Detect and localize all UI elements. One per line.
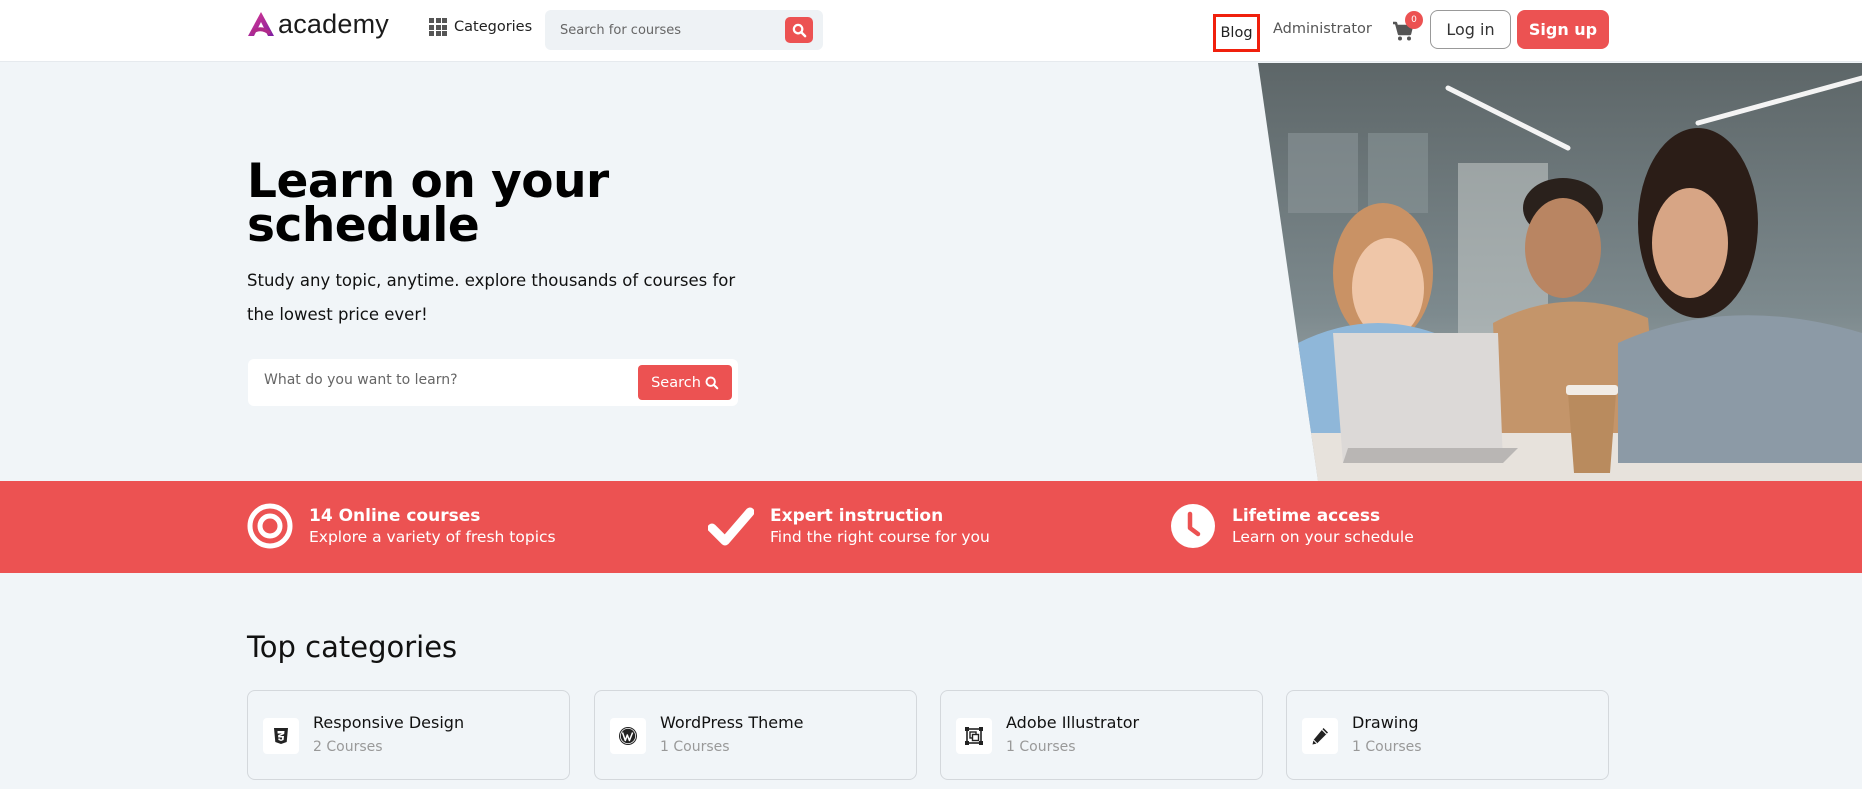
category-card-responsive-design[interactable]: Responsive Design 2 Courses (247, 690, 570, 780)
vector-square-icon (956, 718, 992, 754)
category-name: Adobe Illustrator (1006, 713, 1140, 732)
category-name: WordPress Theme (660, 713, 804, 732)
category-count: 1 Courses (1352, 739, 1422, 755)
feature-online-courses: 14 Online courses Explore a variety of f… (247, 503, 556, 549)
category-name: Drawing (1352, 713, 1419, 732)
logo-text: academy (278, 9, 389, 39)
category-count: 1 Courses (1006, 739, 1076, 755)
top-categories-title: Top categories (247, 630, 458, 664)
feature-desc: Find the right course for you (770, 528, 990, 546)
header-search-button[interactable] (785, 17, 813, 43)
category-count: 2 Courses (313, 739, 383, 755)
feature-expert-instruction: Expert instruction Find the right course… (708, 503, 990, 549)
logo-icon (248, 12, 274, 36)
wordpress-icon (610, 718, 646, 754)
header-search (545, 10, 823, 50)
category-name: Responsive Design (313, 713, 465, 732)
hero-title: Learn on your schedule (247, 158, 609, 253)
nav-administrator-link[interactable]: Administrator (1273, 21, 1372, 37)
target-icon (247, 503, 293, 549)
category-card-wordpress-theme[interactable]: WordPress Theme 1 Courses (594, 690, 917, 780)
search-icon (792, 23, 806, 37)
search-icon (705, 376, 719, 389)
hero-photo-illustration (1258, 63, 1862, 481)
clock-icon (1170, 503, 1216, 549)
hero-subtitle: Study any topic, anytime. explore thousa… (247, 271, 736, 324)
check-icon (708, 503, 754, 549)
category-card-drawing[interactable]: Drawing 1 Courses (1286, 690, 1609, 780)
feature-title: Lifetime access (1232, 506, 1381, 526)
header-search-input[interactable] (545, 22, 775, 38)
hero-image (1258, 63, 1862, 481)
categories-button[interactable]: Categories (429, 18, 532, 36)
category-card-adobe-illustrator[interactable]: Adobe Illustrator 1 Courses (940, 690, 1263, 780)
category-count: 1 Courses (660, 739, 730, 755)
hero-search-input[interactable] (264, 372, 624, 388)
hero-search-button-label: Search (651, 374, 701, 391)
login-button[interactable]: Log in (1430, 10, 1511, 49)
css3-icon (263, 718, 299, 754)
hero-search-button[interactable]: Search (638, 365, 732, 400)
pencil-icon (1302, 718, 1338, 754)
feature-desc: Learn on your schedule (1232, 528, 1414, 546)
feature-title: 14 Online courses (309, 506, 481, 526)
academy-logo[interactable]: academy (247, 9, 389, 39)
categories-label: Categories (454, 19, 533, 35)
signup-button[interactable]: Sign up (1517, 10, 1609, 49)
feature-title: Expert instruction (770, 506, 944, 526)
nav-blog-link[interactable]: Blog (1213, 14, 1260, 52)
cart-count-badge: 0 (1405, 11, 1423, 29)
hero-title-line-2: schedule (247, 198, 480, 253)
feature-desc: Explore a variety of fresh topics (309, 528, 556, 546)
top-navbar: academy Categories Blog Administrator 0 … (0, 0, 1862, 62)
feature-lifetime-access: Lifetime access Learn on your schedule (1170, 503, 1414, 549)
grid-icon (429, 18, 447, 36)
hero-search: Search (248, 359, 738, 406)
